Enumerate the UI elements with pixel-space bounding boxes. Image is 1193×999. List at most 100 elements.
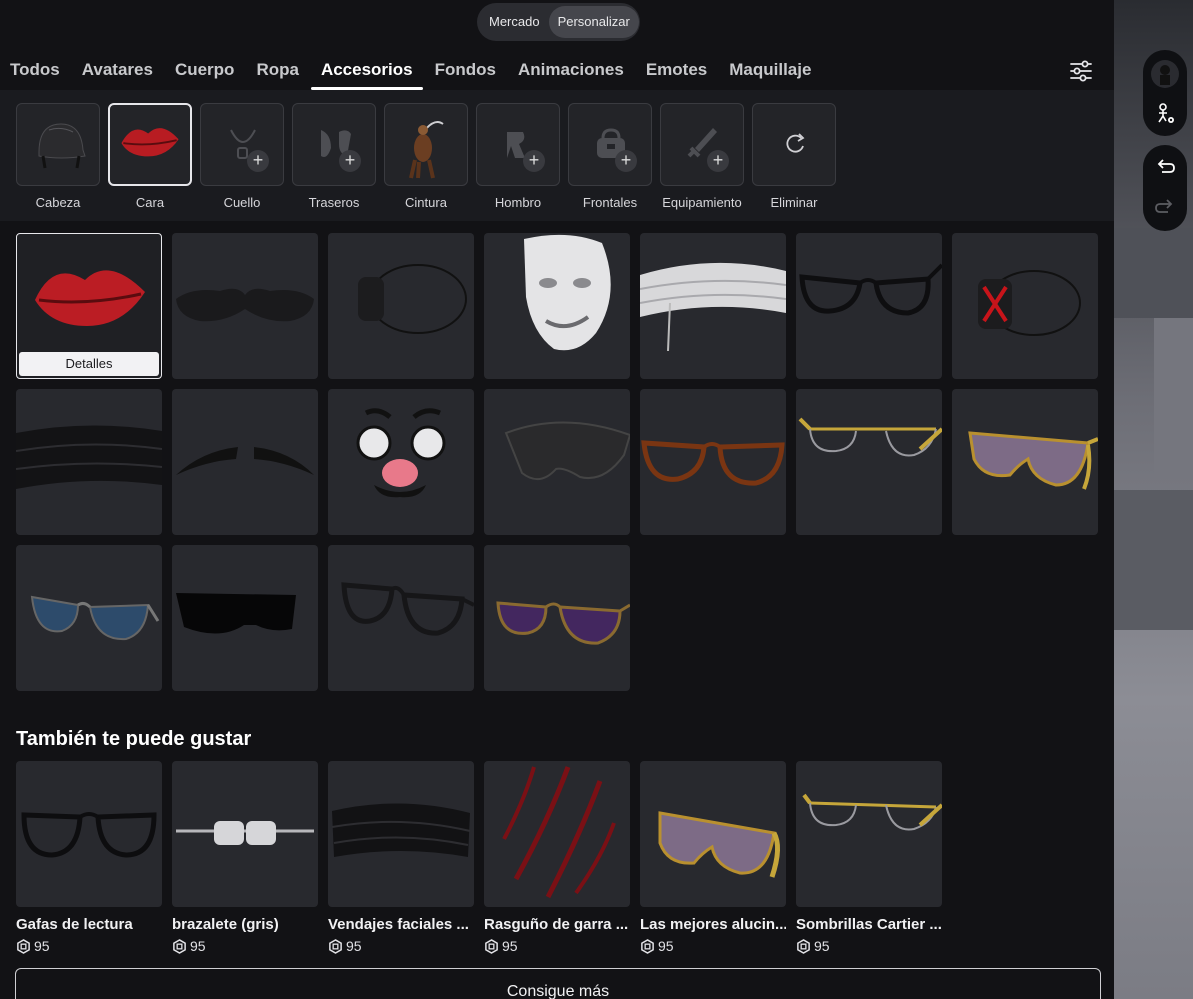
slot-cabeza[interactable]: Cabeza — [16, 103, 100, 210]
slot-equipamiento[interactable]: + Equipamiento — [660, 103, 744, 210]
item-card[interactable] — [952, 389, 1098, 535]
recommended-item[interactable]: Gafas de lectura 95 — [16, 761, 162, 954]
slot-cuello-thumb[interactable]: + — [200, 103, 284, 186]
recommended-item[interactable]: brazalete (gris) 95 — [172, 761, 318, 954]
avatar-editor-panel: Mercado Personalizar Todos Avatares Cuer… — [0, 0, 1114, 999]
novelty-glasses-icon — [356, 408, 446, 498]
tab-accesorios[interactable]: Accesorios — [310, 50, 423, 90]
slot-cara[interactable]: Cara — [108, 103, 192, 210]
slot-label: Cara — [135, 195, 165, 210]
redo-button[interactable] — [1143, 187, 1187, 227]
add-icon: + — [615, 150, 637, 172]
add-icon: + — [523, 150, 545, 172]
details-button[interactable]: Detalles — [19, 352, 159, 376]
equipped-slots: Cabeza Cara + Cuello + Traseros Cintura … — [0, 90, 1114, 221]
slot-cintura[interactable]: Cintura — [384, 103, 468, 210]
slot-equipamiento-thumb[interactable]: + — [660, 103, 744, 186]
slot-cuello[interactable]: + Cuello — [200, 103, 284, 210]
item-card[interactable] — [328, 389, 474, 535]
item-card[interactable] — [952, 233, 1098, 379]
item-name: Las mejores alucin... — [640, 916, 786, 933]
slot-traseros-thumb[interactable]: + — [292, 103, 376, 186]
reset-icon — [786, 133, 805, 153]
item-card[interactable] — [640, 389, 786, 535]
tab-todos[interactable]: Todos — [0, 50, 70, 90]
recommended-item[interactable]: Las mejores alucin... 95 — [640, 761, 786, 954]
recommended-thumb[interactable] — [796, 761, 942, 907]
item-card[interactable] — [796, 233, 942, 379]
bracelet-icon — [176, 821, 314, 845]
toggle-customize[interactable]: Personalizar — [548, 6, 639, 38]
tab-maquillaje[interactable]: Maquillaje — [719, 50, 821, 90]
avatar-thumbnail-button[interactable] — [1143, 54, 1187, 94]
glasses-gold-icon — [802, 793, 942, 831]
tab-ropa[interactable]: Ropa — [246, 50, 309, 90]
item-price: 95 — [172, 938, 318, 954]
item-card-selected[interactable]: Detalles — [16, 233, 162, 379]
slot-cintura-thumb[interactable] — [384, 103, 468, 186]
undo-button[interactable] — [1143, 147, 1187, 187]
slot-eliminar[interactable]: Eliminar — [752, 103, 836, 210]
avatar-settings-button[interactable] — [1143, 94, 1187, 134]
item-card[interactable] — [484, 233, 630, 379]
slot-cabeza-thumb[interactable] — [16, 103, 100, 186]
add-icon: + — [707, 150, 729, 172]
toggle-marketplace[interactable]: Mercado — [480, 6, 549, 38]
tab-animaciones[interactable]: Animaciones — [508, 50, 634, 90]
price-value: 95 — [658, 938, 674, 954]
history-controls — [1143, 145, 1187, 231]
item-card[interactable] — [328, 233, 474, 379]
robux-icon — [485, 938, 498, 954]
item-card[interactable] — [484, 545, 630, 691]
avatar-preview-viewport[interactable] — [1114, 0, 1193, 999]
item-card[interactable] — [16, 545, 162, 691]
reset-button[interactable] — [752, 103, 836, 186]
item-card[interactable] — [328, 545, 474, 691]
item-price: 95 — [16, 938, 162, 954]
slot-frontales[interactable]: + Frontales — [568, 103, 652, 210]
robux-icon — [797, 938, 810, 954]
wings-icon — [321, 130, 351, 157]
recommended-item[interactable]: Sombrillas Cartier ... 95 — [796, 761, 942, 954]
necklace-icon — [230, 129, 256, 159]
section-title-recommended: También te puede gustar — [16, 728, 252, 750]
slot-traseros[interactable]: + Traseros — [292, 103, 376, 210]
recommended-thumb[interactable] — [640, 761, 786, 907]
tab-fondos[interactable]: Fondos — [425, 50, 506, 90]
mustache-icon — [176, 288, 314, 322]
recommended-thumb[interactable] — [172, 761, 318, 907]
recommended-item[interactable]: Rasguño de garra ... 95 — [484, 761, 630, 954]
robux-icon — [17, 938, 30, 954]
item-card[interactable] — [16, 389, 162, 535]
aviator-purple-icon — [496, 601, 630, 645]
filter-sliders-icon[interactable] — [1068, 58, 1094, 84]
slot-cara-thumb[interactable] — [108, 103, 192, 186]
slot-label: Traseros — [308, 195, 360, 210]
slot-label: Hombro — [494, 195, 542, 210]
tab-avatares[interactable]: Avatares — [72, 50, 163, 90]
slot-frontales-thumb[interactable]: + — [568, 103, 652, 186]
slot-hombro-thumb[interactable]: + — [476, 103, 560, 186]
recommended-item[interactable]: Vendajes faciales ... 95 — [328, 761, 474, 954]
tab-emotes[interactable]: Emotes — [636, 50, 717, 90]
item-card[interactable] — [172, 389, 318, 535]
recommended-thumb[interactable] — [484, 761, 630, 907]
item-card[interactable] — [172, 545, 318, 691]
recommended-thumb[interactable] — [328, 761, 474, 907]
item-card[interactable] — [172, 233, 318, 379]
item-card[interactable] — [484, 389, 630, 535]
claw-scratch-icon — [502, 766, 616, 899]
item-card[interactable] — [640, 233, 786, 379]
eyepatch-icon — [358, 264, 467, 334]
glasses-brown-icon — [641, 440, 785, 486]
add-icon: + — [247, 150, 269, 172]
item-price: 95 — [328, 938, 474, 954]
tab-cuerpo[interactable]: Cuerpo — [165, 50, 245, 90]
slot-hombro[interactable]: + Hombro — [476, 103, 560, 210]
recommended-thumb[interactable] — [16, 761, 162, 907]
front-bag-icon — [597, 128, 625, 158]
item-card[interactable] — [796, 389, 942, 535]
item-name: brazalete (gris) — [172, 916, 279, 933]
get-more-button[interactable]: Consigue más — [15, 968, 1101, 999]
sunglasses-gold-icon — [658, 811, 780, 878]
